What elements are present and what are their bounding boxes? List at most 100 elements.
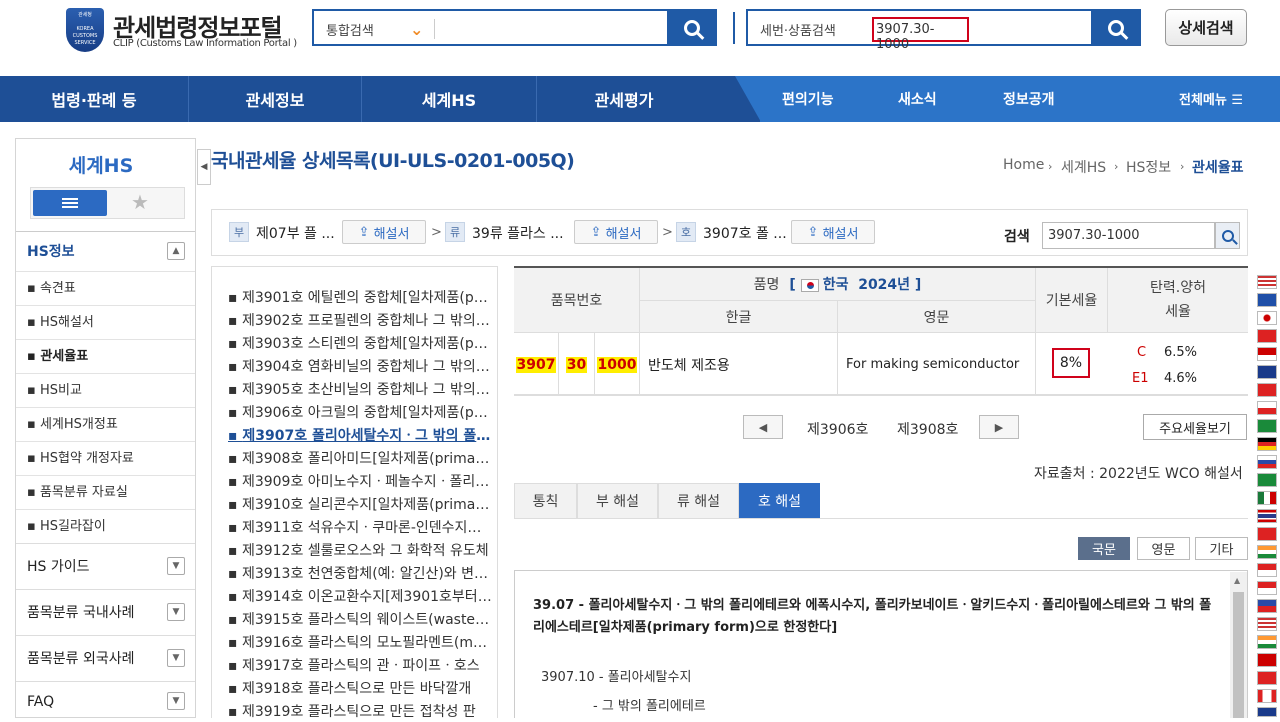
list-item[interactable]: ▪ 제3906호 아크릴의 중합체[일차제품(primary form)으로 한…	[228, 402, 493, 422]
customs-logo-icon[interactable]: 관세청 KOREA CUSTOMS SERVICE	[66, 8, 104, 52]
switzerland-flag-icon[interactable]	[1257, 671, 1277, 685]
scroll-thumb[interactable]	[1233, 592, 1244, 718]
list-icon[interactable]	[33, 190, 107, 216]
australia-flag-icon[interactable]	[1257, 365, 1277, 379]
heading-doc-button[interactable]: ⇪ 해설서	[791, 220, 875, 244]
detail-search-button[interactable]: 상세검색	[1165, 9, 1247, 46]
nav-disclosure[interactable]: 정보공개	[1003, 89, 1055, 109]
list-item[interactable]: ▪ 제3918호 플라스틱으로 만든 바닥깔개	[228, 678, 493, 698]
tab-section-notes[interactable]: 부 해설	[577, 483, 658, 519]
sidebar-section-domestic-cases[interactable]: 품목분류 국내사례 ▼	[16, 589, 195, 635]
list-item[interactable]: ▪ 제3919호 플라스틱으로 만든 접착성 판	[228, 701, 493, 718]
china-flag-icon[interactable]	[1257, 329, 1277, 343]
lang-other-button[interactable]: 기타	[1195, 537, 1248, 560]
list-item[interactable]: ▪ 제3908호 폴리아미드[일차제품(primary form)으로 한정한다…	[228, 448, 493, 468]
sidebar-item-hs-convention[interactable]: ▪ HS협약 개정자료	[16, 441, 195, 475]
japan-flag-icon[interactable]	[1257, 311, 1277, 325]
list-item[interactable]: ▪ 제3914호 이온교환수지[제3901호부터 제3913호까지]	[228, 586, 493, 606]
singapore-flag-icon[interactable]	[1257, 581, 1277, 595]
hs-search-input[interactable]: 3907.30-1000	[872, 17, 969, 52]
nav-valuation[interactable]: 관세평가	[537, 76, 711, 122]
heading-name[interactable]: 3907호 폴 ...	[703, 223, 787, 243]
turkey-flag-icon[interactable]	[1257, 383, 1277, 397]
new-zealand-flag-icon[interactable]	[1257, 707, 1277, 717]
sidebar-section-faq[interactable]: FAQ ▼	[16, 681, 195, 721]
sidebar-section-hs-guide[interactable]: HS 가이드 ▼	[16, 543, 195, 589]
prev-heading-label[interactable]: 제3906호	[807, 419, 868, 439]
code-part-subheading[interactable]: 30	[559, 333, 595, 396]
list-item[interactable]: ▪ 제3901호 에틸렌의 중합체[일차제품(primary form)으로 한…	[228, 287, 493, 307]
us-flag-icon[interactable]	[1257, 275, 1277, 289]
list-item[interactable]: ▪ 제3917호 플라스틱의 관ㆍ파이프ㆍ호스	[228, 655, 493, 675]
norway-flag-icon[interactable]	[1257, 653, 1277, 667]
chapter-name[interactable]: 39류 플라스 ...	[472, 223, 564, 243]
list-item-current[interactable]: ▪ 제3907호 폴리아세탈수지ㆍ그 밖의 폴리에테르	[228, 425, 493, 445]
code-part-national[interactable]: 1000	[595, 333, 640, 396]
section-name[interactable]: 제07부 플 ...	[256, 223, 335, 243]
chevron-up-icon[interactable]: ▲	[167, 242, 185, 260]
content-scrollbar[interactable]: ▲	[1230, 572, 1247, 718]
chile-flag-icon[interactable]	[1257, 401, 1277, 415]
malaysia-flag-icon[interactable]	[1257, 617, 1277, 631]
chevron-down-icon[interactable]: ▼	[167, 692, 185, 710]
prev-heading-button[interactable]: ◀	[743, 415, 783, 439]
major-rates-button[interactable]: 주요세율보기	[1143, 414, 1247, 440]
breadcrumb-hs-info[interactable]: HS정보	[1126, 157, 1171, 177]
code-part-heading[interactable]: 3907	[514, 333, 559, 396]
country-year-selector[interactable]: [ 한국 2024년 ]	[789, 274, 921, 294]
star-icon[interactable]: ★	[131, 190, 149, 214]
chapter-doc-button[interactable]: ⇪ 해설서	[574, 220, 658, 244]
list-item[interactable]: ▪ 제3913호 천연중합체(예: 알긴산)와 변성천연중합체	[228, 563, 493, 583]
scroll-up-icon[interactable]: ▲	[1234, 576, 1240, 585]
chevron-down-icon[interactable]: ▼	[167, 557, 185, 575]
search-type-select[interactable]: 통합검색	[326, 20, 374, 39]
hs-code-search-button[interactable]	[1215, 222, 1240, 249]
sidebar-item-hs-compare[interactable]: ▪ HS비교	[16, 373, 195, 407]
list-item[interactable]: ▪ 제3905호 초산비닐의 중합체나 그 밖의 비닐에스테르의 중합체	[228, 379, 493, 399]
sidebar-item-hs-commentary[interactable]: ▪ HS해설서	[16, 305, 195, 339]
hs-code-search-input[interactable]: 3907.30-1000	[1042, 222, 1215, 249]
list-item[interactable]: ▪ 제3904호 염화비닐의 중합체나 그 밖의 할로겐화 올레핀의 중합체	[228, 356, 493, 376]
integrated-search-input[interactable]	[438, 13, 663, 42]
chevron-down-icon[interactable]: ▼	[167, 649, 185, 667]
list-item[interactable]: ▪ 제3916호 플라스틱의 모노필라멘트(monofilament)	[228, 632, 493, 652]
section-doc-button[interactable]: ⇪ 해설서	[342, 220, 426, 244]
list-item[interactable]: ▪ 제3909호 아미노수지ㆍ페놀수지ㆍ폴리우레탄	[228, 471, 493, 491]
basic-rate-value[interactable]: 8%	[1052, 348, 1090, 378]
lang-korean-button[interactable]: 국문	[1078, 537, 1130, 560]
canada-flag-icon[interactable]	[1257, 689, 1277, 703]
tab-general-rules[interactable]: 통칙	[514, 483, 577, 519]
sidebar-item-classification-archive[interactable]: ▪ 품목분류 자료실	[16, 475, 195, 509]
vietnam-flag-icon[interactable]	[1257, 527, 1277, 541]
indonesia-flag-icon[interactable]	[1257, 563, 1277, 577]
sidebar-section-foreign-cases[interactable]: 품목분류 외국사례 ▼	[16, 635, 195, 681]
flex-rate-code-e1[interactable]: E1	[1132, 371, 1149, 386]
nav-convenience[interactable]: 편의기능	[782, 89, 834, 109]
breadcrumb-tariff[interactable]: 관세율표	[1192, 157, 1244, 177]
sidebar-section-hs-info[interactable]: HS정보 ▲	[16, 231, 195, 271]
breadcrumb-home[interactable]: Home	[1003, 157, 1044, 173]
lang-english-button[interactable]: 영문	[1137, 537, 1190, 560]
list-item[interactable]: ▪ 제3911호 석유수지ㆍ쿠마론-인덴수지ㆍ폴리테르펜	[228, 517, 493, 537]
integrated-search-button[interactable]	[667, 9, 717, 46]
thailand-flag-icon[interactable]	[1257, 509, 1277, 523]
list-item[interactable]: ▪ 제3910호 실리콘수지[일차제품(primary form)으로 한정한다…	[228, 494, 493, 514]
tab-heading-notes[interactable]: 호 해설	[739, 483, 820, 519]
germany-flag-icon[interactable]	[1257, 437, 1277, 451]
flex-rate-code-c[interactable]: C	[1137, 345, 1146, 360]
list-item[interactable]: ▪ 제3912호 셀룰로오스와 그 화학적 유도체	[228, 540, 493, 560]
list-item[interactable]: ▪ 제3902호 프로필렌의 중합체나 그 밖의 올레핀의 중합체	[228, 310, 493, 330]
list-item[interactable]: ▪ 제3903호 스티렌의 중합체[일차제품(primary form)으로 한…	[228, 333, 493, 353]
niger-flag-icon[interactable]	[1257, 635, 1277, 649]
mexico-flag-icon[interactable]	[1257, 491, 1277, 505]
breadcrumb-world-hs[interactable]: 세계HS	[1061, 157, 1106, 177]
nav-world-hs[interactable]: 세계HS	[362, 76, 537, 122]
chevron-down-icon[interactable]: ⌄	[410, 20, 423, 39]
india-flag-icon[interactable]	[1257, 545, 1277, 559]
nav-all-menu[interactable]: 전체메뉴 ☰	[1179, 89, 1243, 108]
sidebar-item-tariff-table[interactable]: ▪ 관세율표	[16, 339, 195, 373]
list-item[interactable]: ▪ 제3915호 플라스틱의 웨이스트(waste)ㆍ페어링(paring)	[228, 609, 493, 629]
russia-flag-icon[interactable]	[1257, 455, 1277, 469]
nav-customs-info[interactable]: 관세정보	[189, 76, 362, 122]
sidebar-item-quick-table[interactable]: ▪ 속견표	[16, 271, 195, 305]
